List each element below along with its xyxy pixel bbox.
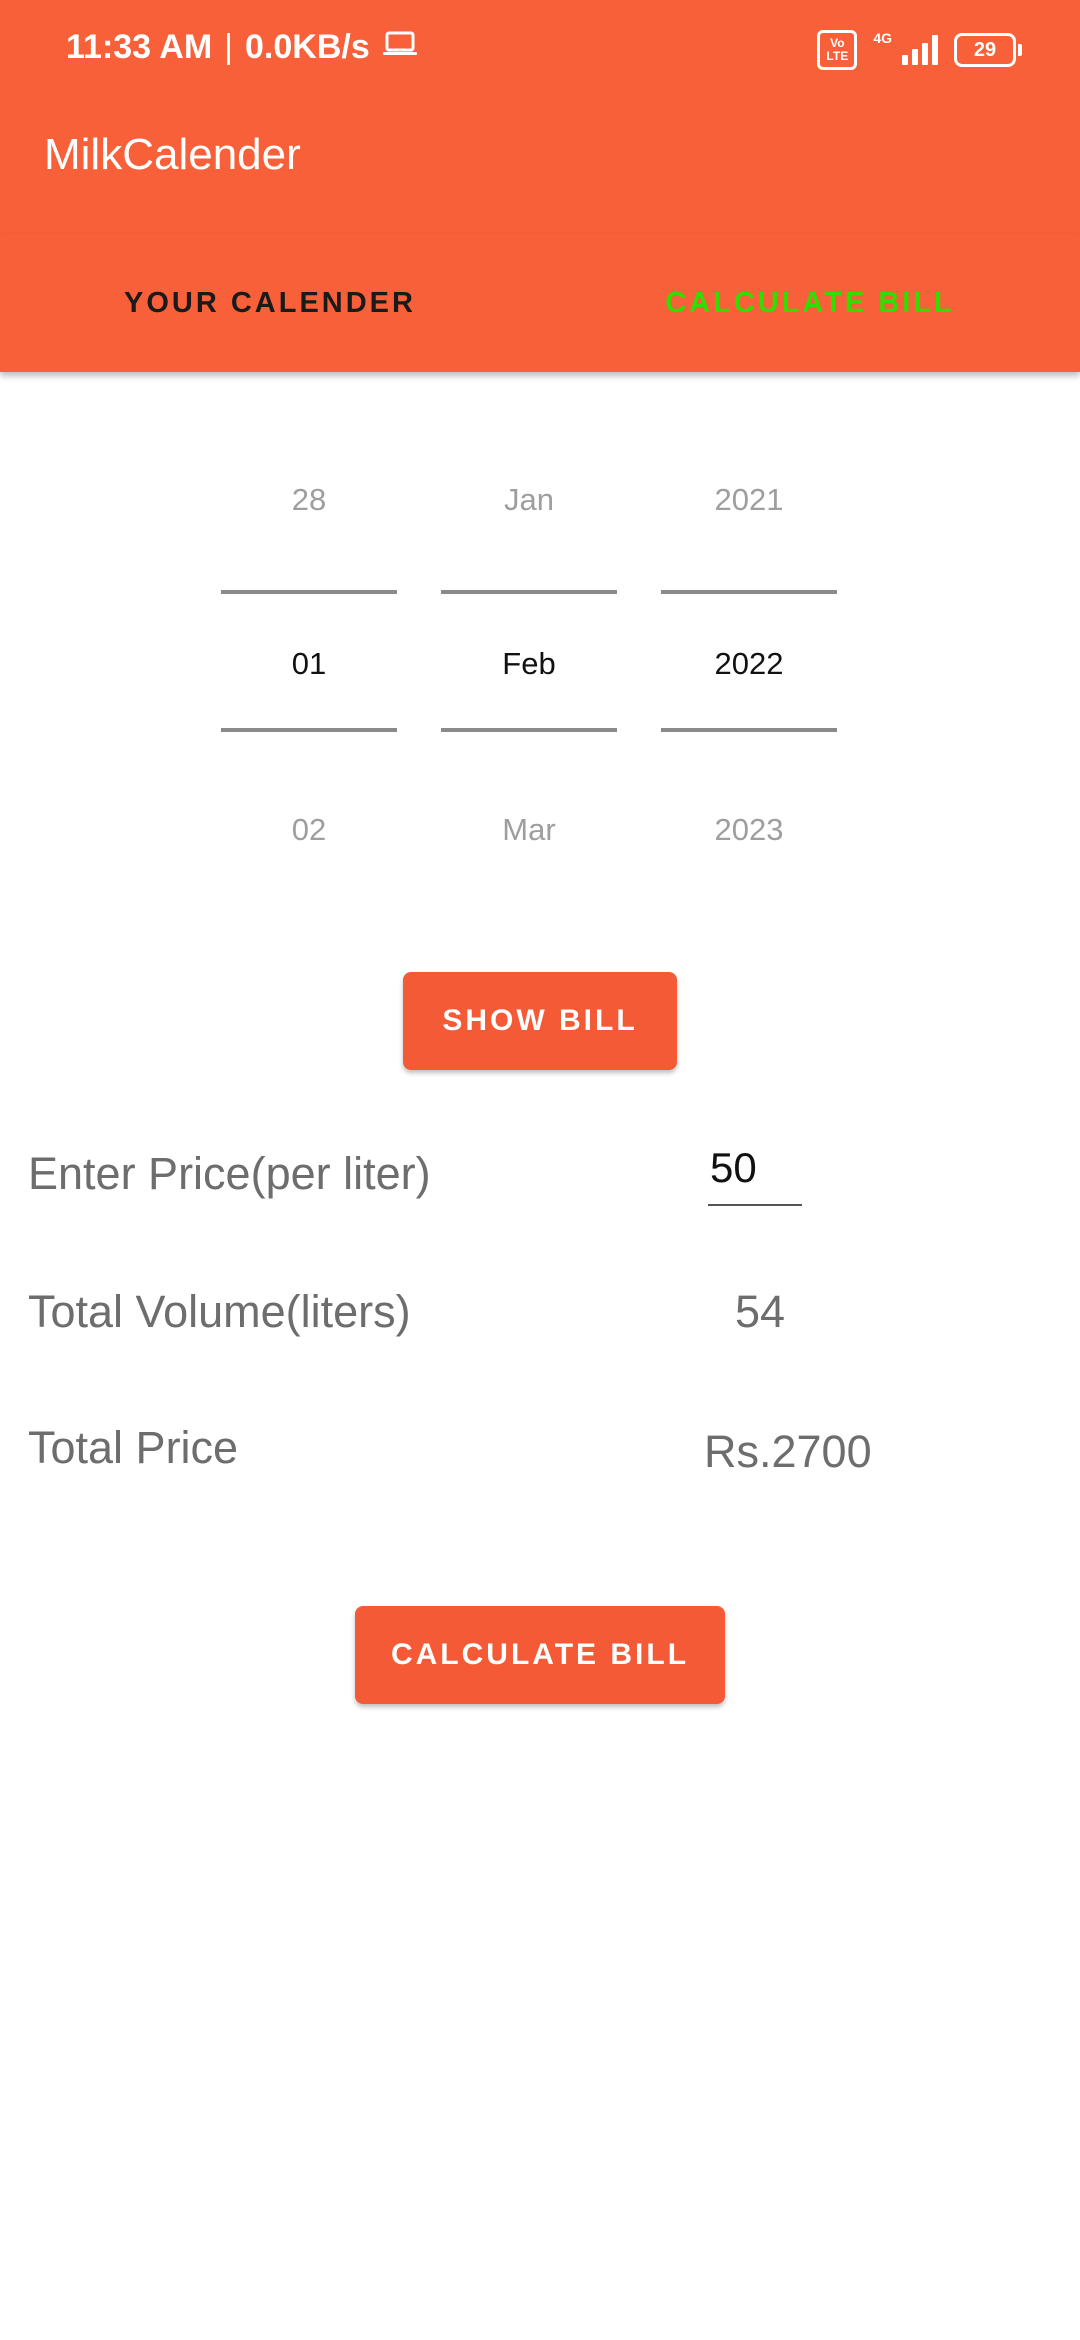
tab-your-calender[interactable]: YOUR CALENDER [0,234,540,372]
year-divider-top [661,590,837,594]
day-selected[interactable]: 01 [221,646,397,682]
day-divider-bottom [221,728,397,732]
status-separator: | [224,28,233,66]
app-bar: 11:33 AM | 0.0KB/s Vo LTE 4G 29 MilkCale… [0,0,1080,234]
total-price-label: Total Price [28,1422,239,1473]
app-title: MilkCalender [44,130,301,179]
network-type: 4G [873,30,892,46]
total-price-value: Rs.2700 [704,1426,872,1477]
tab-bar: YOUR CALENDER CALCULATE BILL [0,234,1080,372]
signal-icon [902,35,938,65]
battery-icon: 29 [954,33,1022,67]
volume-value: 54 [735,1286,786,1337]
day-prev[interactable]: 28 [221,482,397,518]
show-bill-button[interactable]: SHOW BILL [403,972,677,1070]
tab-calculate-bill[interactable]: CALCULATE BILL [540,234,1080,372]
calculate-bill-button[interactable]: CALCULATE BILL [355,1606,725,1704]
year-prev[interactable]: 2021 [661,482,837,518]
volume-label: Total Volume(liters) [28,1286,411,1337]
month-selected[interactable]: Feb [441,646,617,682]
price-input[interactable]: 50 [708,1144,802,1206]
volte-bottom-text: LTE [826,49,849,63]
price-label: Enter Price(per liter) [28,1148,431,1199]
month-next[interactable]: Mar [441,812,617,848]
year-selected[interactable]: 2022 [661,646,837,682]
status-time: 11:33 AM [66,28,213,66]
year-next[interactable]: 2023 [661,812,837,848]
battery-level: 29 [954,33,1016,67]
month-divider-bottom [441,728,617,732]
status-bar: 11:33 AM | 0.0KB/s Vo LTE 4G 29 [0,0,1080,100]
year-divider-bottom [661,728,837,732]
month-divider-top [441,590,617,594]
network-speed: 0.0KB/s [245,28,370,66]
month-prev[interactable]: Jan [441,482,617,518]
day-next[interactable]: 02 [221,812,397,848]
volte-icon: Vo LTE [817,30,858,70]
laptop-icon [382,28,418,67]
day-divider-top [221,590,397,594]
